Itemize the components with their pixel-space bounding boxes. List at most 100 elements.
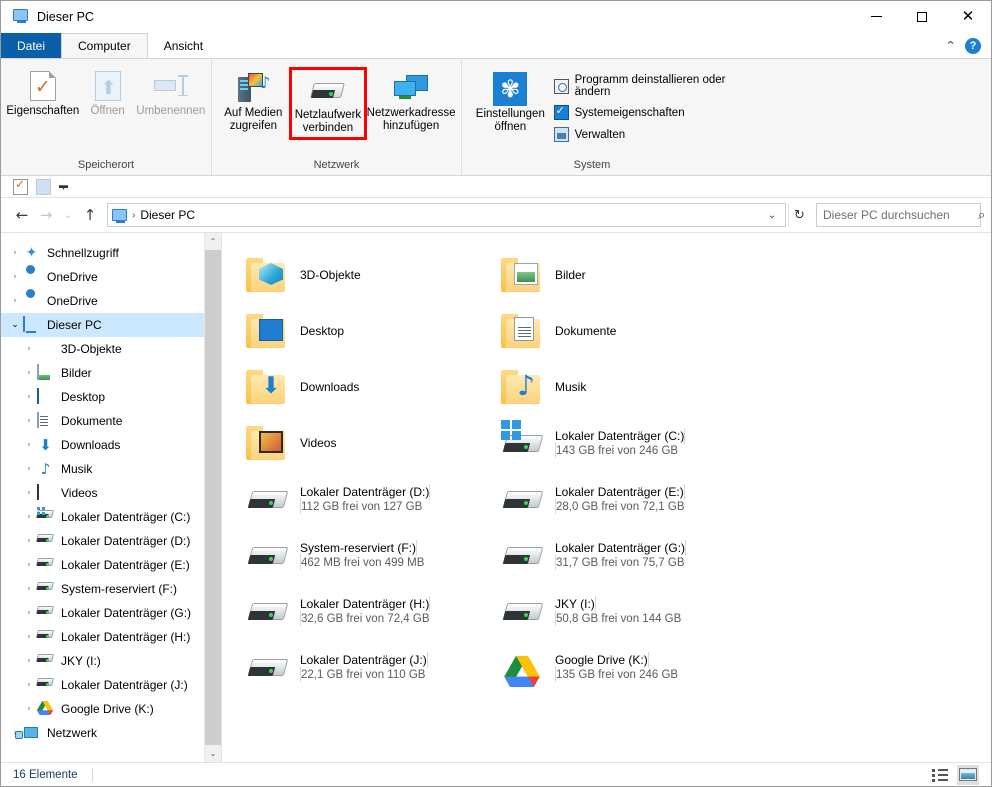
minimize-button[interactable] xyxy=(853,1,899,32)
close-button[interactable]: ✕ xyxy=(945,1,991,32)
system-properties-item[interactable]: Systemeigenschaften xyxy=(549,102,751,123)
drive-item-lokaler-datentr-ger-c[interactable]: Lokaler Datenträger (C:) 143 GB frei von … xyxy=(495,415,750,471)
tree-item-google-drive-k[interactable]: › Google Drive (K:) xyxy=(1,697,221,721)
tree-item-jky-i[interactable]: › JKY (I:) xyxy=(1,649,221,673)
tree-item-dokumente[interactable]: › Dokumente xyxy=(1,409,221,433)
chevron-right-icon[interactable]: › xyxy=(21,608,37,618)
chevron-right-icon[interactable]: › xyxy=(21,656,37,666)
tree-item-lokaler-datentr-ger-d[interactable]: › Lokaler Datenträger (D:) xyxy=(1,529,221,553)
path-field[interactable]: › Dieser PC ⌄ xyxy=(107,203,786,227)
chevron-right-icon[interactable]: › xyxy=(21,488,37,498)
search-icon[interactable]: ⌕ xyxy=(978,208,985,223)
tree-item-downloads[interactable]: › ⬇ Downloads xyxy=(1,433,221,457)
map-network-drive-button[interactable]: Netzlaufwerk verbinden xyxy=(288,67,368,140)
tab-ansicht[interactable]: Ansicht xyxy=(148,33,219,58)
chevron-right-icon[interactable]: › xyxy=(21,560,37,570)
scroll-up-icon[interactable]: ⌃ xyxy=(205,233,221,250)
new-folder-quick-icon[interactable] xyxy=(36,178,51,195)
drive-item-lokaler-datentr-ger-e[interactable]: Lokaler Datenträger (E:) 28,0 GB frei von… xyxy=(495,471,750,527)
drive-icon xyxy=(36,653,54,669)
chevron-right-icon[interactable]: › xyxy=(21,392,37,402)
help-icon[interactable]: ? xyxy=(965,37,981,54)
content-pane[interactable]: 3D-Objekte Bilder Desktop Dokumente ⬇ Downloa… xyxy=(222,233,991,762)
chevron-down-icon[interactable]: ⌄ xyxy=(7,320,23,330)
drive-item-lokaler-datentr-ger-g[interactable]: Lokaler Datenträger (G:) 31,7 GB frei von… xyxy=(495,527,750,583)
maximize-button[interactable] xyxy=(899,1,945,32)
open-button[interactable]: Öffnen xyxy=(81,65,135,121)
tree-item-schnellzugriff[interactable]: › ✦ Schnellzugriff xyxy=(1,241,221,265)
breadcrumb[interactable]: Dieser PC xyxy=(140,208,195,222)
thumbnails-view-button[interactable] xyxy=(957,764,979,785)
tree-item-videos[interactable]: › Videos xyxy=(1,481,221,505)
tab-datei[interactable]: Datei xyxy=(1,33,62,58)
rename-button[interactable]: Umbenennen xyxy=(136,65,205,121)
chevron-right-icon[interactable]: › xyxy=(21,440,37,450)
tab-computer[interactable]: Computer xyxy=(61,33,148,58)
scroll-down-icon[interactable]: ⌄ xyxy=(205,745,221,762)
drive-item-jky-i[interactable]: JKY (I:) 50,8 GB frei von 144 GB xyxy=(495,583,750,639)
chevron-right-icon[interactable]: › xyxy=(21,416,37,426)
tree-item-lokaler-datentr-ger-c[interactable]: › Lokaler Datenträger (C:) xyxy=(1,505,221,529)
tree-item-lokaler-datentr-ger-g[interactable]: › Lokaler Datenträger (G:) xyxy=(1,601,221,625)
drive-item-lokaler-datentr-ger-d[interactable]: Lokaler Datenträger (D:) 112 GB frei von … xyxy=(240,471,495,527)
refresh-icon[interactable]: ↻ xyxy=(788,204,810,226)
tree-item-desktop[interactable]: › Desktop xyxy=(1,385,221,409)
folder-item-dokumente[interactable]: Dokumente xyxy=(495,303,750,359)
tree-item-dieser-pc[interactable]: ⌄ Dieser PC xyxy=(1,313,221,337)
properties-button[interactable]: Eigenschaften xyxy=(6,65,79,121)
tree-item-lokaler-datentr-ger-j[interactable]: › Lokaler Datenträger (J:) xyxy=(1,673,221,697)
details-view-button[interactable] xyxy=(929,765,951,785)
properties-quick-icon[interactable] xyxy=(13,177,28,195)
chevron-right-icon[interactable]: › xyxy=(7,248,23,258)
search-input[interactable] xyxy=(823,208,978,222)
tree-item-netzwerk[interactable]: › Netzwerk xyxy=(1,721,221,745)
up-button[interactable]: ↑ xyxy=(79,204,101,226)
chevron-right-icon[interactable]: › xyxy=(21,632,37,642)
chevron-right-icon[interactable]: › xyxy=(21,344,37,354)
tree-item-3d-objekte[interactable]: › 3D-Objekte xyxy=(1,337,221,361)
chevron-down-icon[interactable]: ⌄ xyxy=(763,204,781,226)
system-properties-label: Systemeigenschaften xyxy=(574,106,685,119)
tree-item-lokaler-datentr-ger-h[interactable]: › Lokaler Datenträger (H:) xyxy=(1,625,221,649)
chevron-right-icon[interactable]: › xyxy=(21,512,37,522)
folder-item-musik[interactable]: ♪ Musik xyxy=(495,359,750,415)
back-button[interactable]: ← xyxy=(11,204,33,226)
tree-item-system-reserviert-f[interactable]: › System-reserviert (F:) xyxy=(1,577,221,601)
search-box[interactable]: ⌕ xyxy=(816,203,985,227)
folder-item-3d-objekte[interactable]: 3D-Objekte xyxy=(240,247,495,303)
chevron-up-icon[interactable]: ⌃ xyxy=(944,39,956,52)
drive-item-system-reserviert-f[interactable]: System-reserviert (F:) 462 MB frei von 49… xyxy=(240,527,495,583)
drive-item-lokaler-datentr-ger-h[interactable]: Lokaler Datenträger (H:) 32,6 GB frei von… xyxy=(240,583,495,639)
chevron-right-icon[interactable]: › xyxy=(21,368,37,378)
chevron-right-icon[interactable]: › xyxy=(21,536,37,546)
forward-button[interactable]: → xyxy=(35,204,57,226)
chevron-right-icon[interactable]: › xyxy=(21,584,37,594)
drive-icon xyxy=(501,476,547,522)
chevron-right-icon[interactable]: › xyxy=(21,464,37,474)
chevron-right-icon[interactable]: › xyxy=(7,272,23,282)
tree-item-bilder[interactable]: › Bilder xyxy=(1,361,221,385)
tree-item-lokaler-datentr-ger-e[interactable]: › Lokaler Datenträger (E:) xyxy=(1,553,221,577)
folder-item-bilder[interactable]: Bilder xyxy=(495,247,750,303)
customize-quick-access-icon[interactable]: ▬ ▾ xyxy=(59,180,68,192)
tree-item-onedrive[interactable]: › OneDrive xyxy=(1,289,221,313)
recent-locations-button[interactable]: ⌄ xyxy=(59,204,77,226)
manage-item[interactable]: Verwalten xyxy=(549,124,751,145)
tree-item-onedrive[interactable]: › OneDrive xyxy=(1,265,221,289)
add-network-location-button[interactable]: Netzwerkadresse hinzufügen xyxy=(367,67,456,136)
open-settings-button[interactable]: ✾ Einstellungen öffnen xyxy=(476,65,545,137)
folder-item-desktop[interactable]: Desktop xyxy=(240,303,495,359)
navigation-scrollbar[interactable]: ⌃ ⌄ xyxy=(204,233,221,762)
drive-item-lokaler-datentr-ger-j[interactable]: Lokaler Datenträger (J:) 22,1 GB frei von… xyxy=(240,639,495,695)
tree-item-musik[interactable]: › ♪ Musik xyxy=(1,457,221,481)
folder-item-downloads[interactable]: ⬇ Downloads xyxy=(240,359,495,415)
chevron-right-icon[interactable]: › xyxy=(21,704,37,714)
folder-item-videos[interactable]: Videos xyxy=(240,415,495,471)
uninstall-program-item[interactable]: Programm deinstallieren oder ändern xyxy=(549,71,751,101)
chevron-right-icon[interactable]: › xyxy=(7,296,23,306)
navigation-tree: › ✦ Schnellzugriff › OneDrive › OneDrive ⌄ Diese… xyxy=(1,233,221,745)
drive-item-google-drive-k[interactable]: Google Drive (K:) 135 GB frei von 246 GB xyxy=(495,639,750,695)
scrollbar-thumb[interactable] xyxy=(205,250,221,745)
chevron-right-icon[interactable]: › xyxy=(21,680,37,690)
access-media-button[interactable]: ♪ Auf Medien zugreifen xyxy=(218,67,289,136)
